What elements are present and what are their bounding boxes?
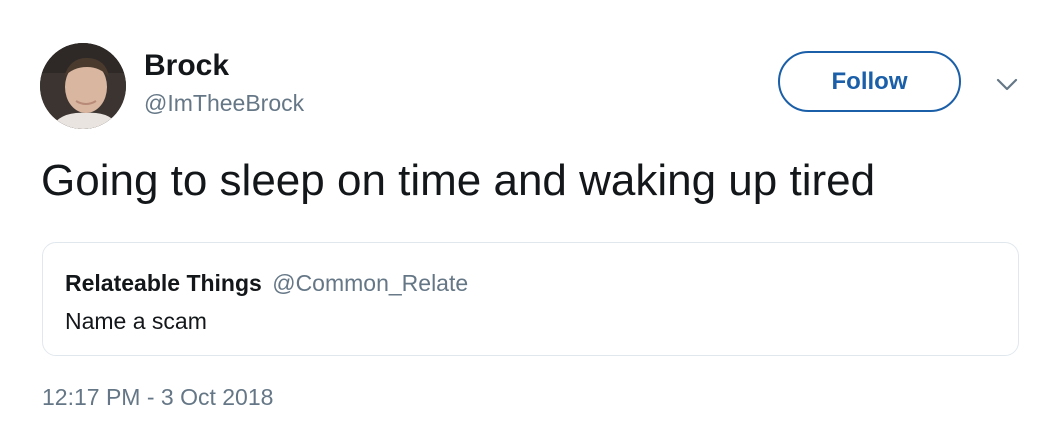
tweet-timestamp[interactable]: 12:17 PM - 3 Oct 2018 bbox=[42, 383, 273, 411]
quoted-tweet-header: Relateable Things @Common_Relate bbox=[65, 269, 468, 297]
quoted-tweet-text: Name a scam bbox=[65, 308, 207, 334]
author-handle[interactable]: @ImTheeBrock bbox=[144, 89, 304, 117]
avatar-photo bbox=[40, 43, 126, 129]
author-name[interactable]: Brock bbox=[144, 49, 229, 83]
quoted-tweet-author-handle: @Common_Relate bbox=[272, 270, 469, 296]
follow-button[interactable]: Follow bbox=[778, 51, 961, 112]
quoted-tweet-author-name: Relateable Things bbox=[65, 270, 262, 296]
tweet-text: Going to sleep on time and waking up tir… bbox=[41, 156, 876, 205]
avatar[interactable] bbox=[40, 43, 126, 129]
quoted-tweet-card[interactable]: Relateable Things @Common_Relate Name a … bbox=[42, 242, 1019, 356]
more-options-button[interactable] bbox=[992, 73, 1022, 97]
chevron-down-icon bbox=[996, 78, 1018, 91]
